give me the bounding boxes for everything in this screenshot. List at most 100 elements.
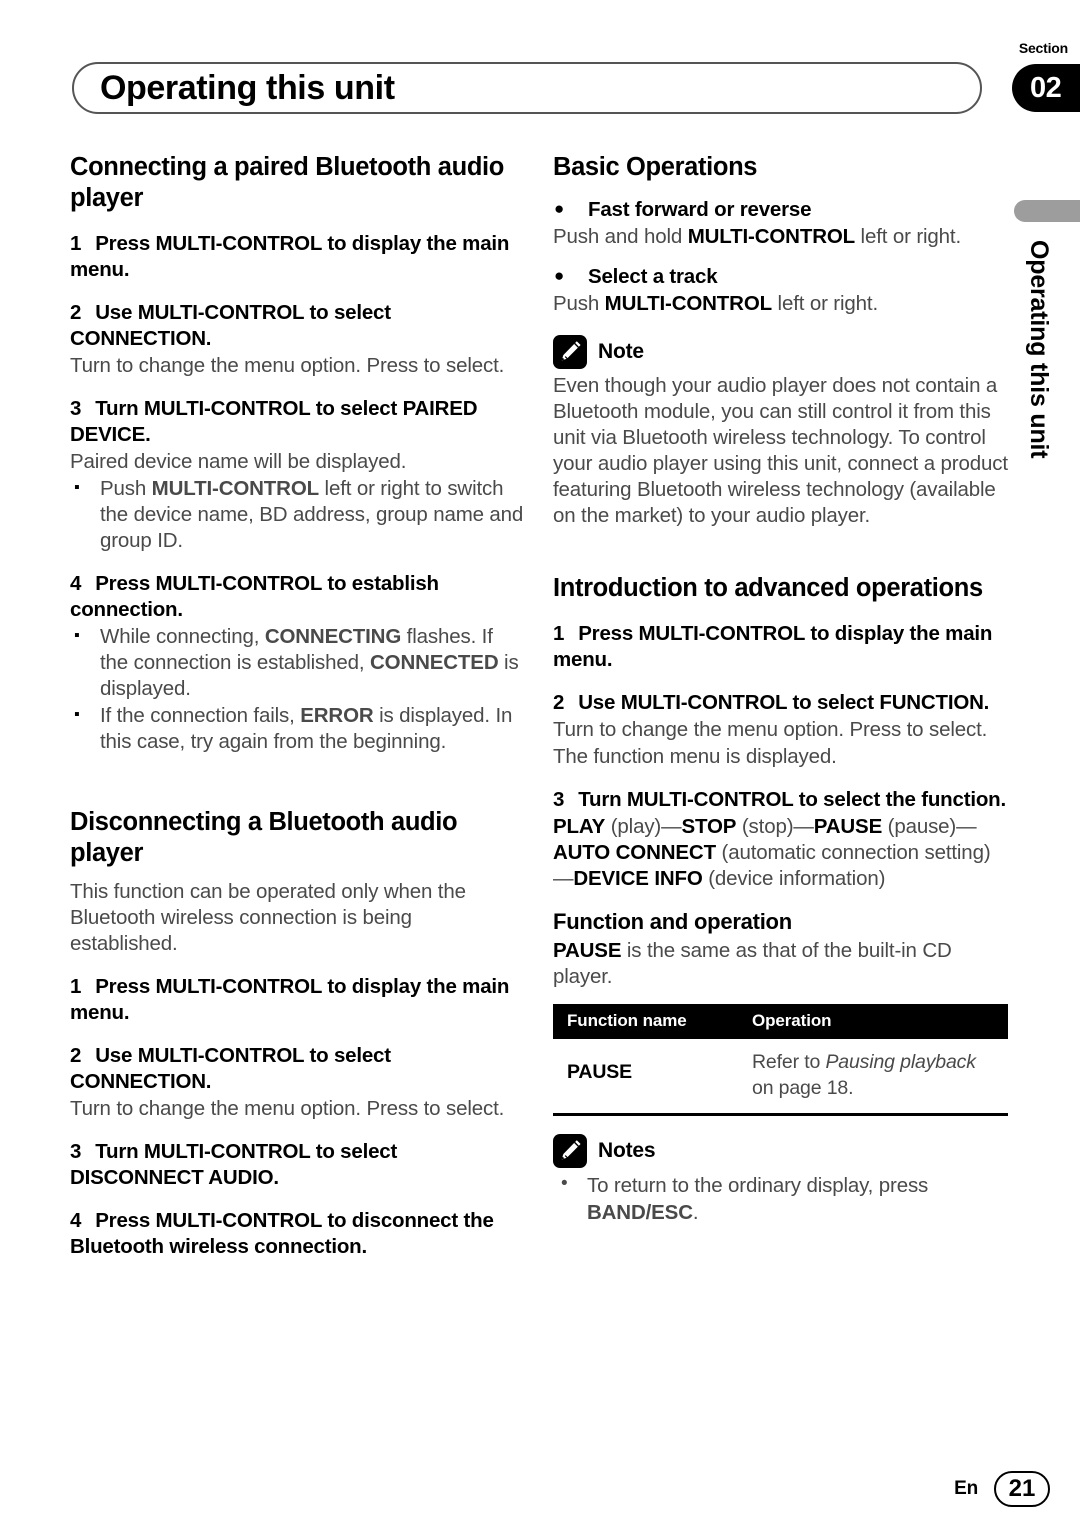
- chain-term: STOP: [681, 815, 737, 838]
- step-number: 1: [70, 232, 82, 255]
- note-body: Even though your audio player does not c…: [553, 374, 1008, 527]
- note-text-pre: To return to the ordinary display, press: [587, 1174, 929, 1197]
- cell-text-pre: Refer to: [752, 1051, 826, 1073]
- sub-bullet-item: If the connection fails, ERROR is displa…: [70, 702, 525, 755]
- heading-connecting-paired-player: Connecting a paired Bluetooth audio play…: [70, 153, 505, 212]
- sub-bullet-item: Push MULTI-CONTROL left or right to swit…: [70, 475, 525, 554]
- step-item: 3 Turn MULTI-CONTROL to select PAIRED DEV…: [70, 396, 525, 448]
- op-text-bold: MULTI-CONTROL: [687, 225, 856, 248]
- sub-bullet-item: While connecting, CONNECTING flashes. If…: [70, 623, 525, 702]
- operation-title: Fast forward or reverse: [553, 196, 1008, 223]
- bullet-text-bold: MULTI-CONTROL: [151, 477, 319, 500]
- step-number: 4: [70, 572, 82, 595]
- cell-function-name: PAUSE: [553, 1039, 738, 1116]
- bullet-text-pre: While connecting,: [100, 625, 265, 648]
- op-text-pre: Push and hold: [553, 225, 688, 248]
- step-number: 3: [553, 788, 565, 811]
- operation-title: Select a track: [553, 263, 1008, 290]
- function-chain-list: PLAY (play)—STOP (stop)—PAUSE (pause)—AU…: [553, 814, 1008, 892]
- note-title: Note: [598, 340, 644, 363]
- bullet-text-bold: CONNECTING: [264, 625, 402, 648]
- section-label: Section: [1018, 40, 1068, 56]
- chain-dash: —: [553, 867, 574, 890]
- step-number: 2: [70, 1044, 82, 1067]
- step-item: 2 Use MULTI-CONTROL to select CONNECTION.: [70, 1043, 525, 1095]
- step-text: Use MULTI-CONTROL to select CONNECTION.: [70, 1044, 391, 1093]
- pencil-icon: [553, 1134, 587, 1168]
- table-body: PAUSE Refer to Pausing playback on page …: [553, 1039, 1008, 1116]
- section-number: 02: [1030, 72, 1062, 104]
- step-item: 3 Turn MULTI-CONTROL to select the functi…: [553, 787, 1008, 813]
- step-text: Press MULTI-CONTROL to disconnect the Bl…: [70, 1209, 494, 1258]
- step-description-2: The function menu is displayed.: [553, 745, 837, 768]
- heading-disconnecting-player: Disconnecting a Bluetooth audio player: [70, 808, 458, 867]
- side-tab-label: Operating this unit: [1025, 240, 1053, 459]
- op-text-post: left or right.: [855, 225, 962, 248]
- step-item: 3 Turn MULTI-CONTROL to select DISCONNECT…: [70, 1139, 525, 1191]
- chain-dash: —: [793, 815, 814, 838]
- step-text: Turn MULTI-CONTROL to select the functio…: [578, 788, 1006, 811]
- chain-dash: —: [661, 815, 682, 838]
- step-text: Press MULTI-CONTROL to display the main …: [70, 975, 510, 1024]
- page-title: Operating this unit: [100, 69, 395, 107]
- step-text: Turn MULTI-CONTROL to select DISCONNECT …: [70, 1140, 398, 1189]
- function-operation-description: PAUSE is the same as that of the built-i…: [553, 938, 1008, 990]
- note-text-post: .: [692, 1201, 699, 1224]
- step-description: Turn to change the menu option. Press to…: [70, 1097, 505, 1120]
- cell-operation: Refer to Pausing playback on page 18.: [738, 1039, 1008, 1116]
- step-number: 3: [70, 1140, 82, 1163]
- fn-op-bold: PAUSE: [553, 939, 622, 962]
- step-item: 4 Press MULTI-CONTROL to establish connec…: [70, 571, 525, 623]
- chain-gloss: (automatic connection setting): [715, 841, 991, 864]
- operation-description: Push MULTI-CONTROL left or right.: [553, 291, 1008, 317]
- step-description: Turn to change the menu option. Press to…: [553, 718, 988, 741]
- table-col-operation: Operation: [738, 1004, 1008, 1039]
- step-number: 4: [70, 1209, 82, 1232]
- bullet-text-pre: Push: [100, 477, 152, 500]
- step-text: Use MULTI-CONTROL to select FUNCTION.: [578, 691, 990, 714]
- step-text: Press MULTI-CONTROL to establish connect…: [70, 572, 439, 621]
- page-footer: En 21: [954, 1471, 1050, 1507]
- step-text: Press MULTI-CONTROL to display the main …: [553, 622, 993, 671]
- chain-dash: —: [956, 815, 977, 838]
- step-text: Use MULTI-CONTROL to select CONNECTION.: [70, 301, 391, 350]
- table-col-function-name: Function name: [553, 1004, 738, 1039]
- page-number: 21: [994, 1471, 1050, 1507]
- bullet-text-bold: ERROR: [300, 704, 374, 727]
- chain-term: AUTO CONNECT: [553, 841, 716, 864]
- step-item: 1 Press MULTI-CONTROL to display the main…: [553, 621, 1008, 673]
- op-text-pre: Push: [553, 292, 605, 315]
- step-number: 2: [70, 301, 82, 324]
- step-item: 2 Use MULTI-CONTROL to select CONNECTION.: [70, 300, 525, 352]
- op-text-bold: MULTI-CONTROL: [604, 292, 772, 315]
- note-text-bold: BAND/ESC: [587, 1201, 693, 1224]
- step-item: 4 Press MULTI-CONTROL to disconnect the B…: [70, 1208, 525, 1260]
- chain-gloss: (stop): [736, 815, 794, 838]
- notes-callout-header: Notes: [553, 1134, 1008, 1168]
- bullet-text-bold-2: CONNECTED: [370, 651, 499, 674]
- op-text-post: left or right.: [772, 292, 879, 315]
- chain-gloss: (device information): [702, 867, 886, 890]
- function-operation-table: Function name Operation PAUSE Refer to P…: [553, 1004, 1008, 1116]
- language-code: En: [954, 1478, 978, 1499]
- step-text: Turn MULTI-CONTROL to select PAIRED DEVI…: [70, 397, 478, 446]
- step-text: Press MULTI-CONTROL to display the main …: [70, 232, 510, 281]
- step-description: Turn to change the menu option. Press to…: [70, 354, 505, 377]
- step-number: 2: [553, 691, 565, 714]
- notes-title: Notes: [598, 1139, 656, 1162]
- section-number-badge: 02: [1012, 64, 1080, 112]
- chain-gloss: (pause): [882, 815, 957, 838]
- step-number: 3: [70, 397, 82, 420]
- step-description: Paired device name will be displayed.: [70, 450, 407, 473]
- section-intro-text: This function can be operated only when …: [70, 880, 466, 955]
- notes-item: To return to the ordinary display, press…: [553, 1170, 1008, 1226]
- right-column: Basic Operations Fast forward or reverse…: [553, 152, 1008, 1226]
- subheading-function-and-operation: Function and operation: [553, 909, 792, 934]
- chain-term: PLAY: [553, 815, 606, 838]
- side-tab-marker: [1014, 200, 1080, 222]
- step-item: 1 Press MULTI-CONTROL to display the main…: [70, 231, 525, 283]
- heading-advanced-operations: Introduction to advanced operations: [553, 574, 983, 602]
- chain-term: DEVICE INFO: [573, 867, 703, 890]
- pencil-icon: [553, 335, 587, 369]
- left-column: Connecting a paired Bluetooth audio play…: [70, 152, 525, 1260]
